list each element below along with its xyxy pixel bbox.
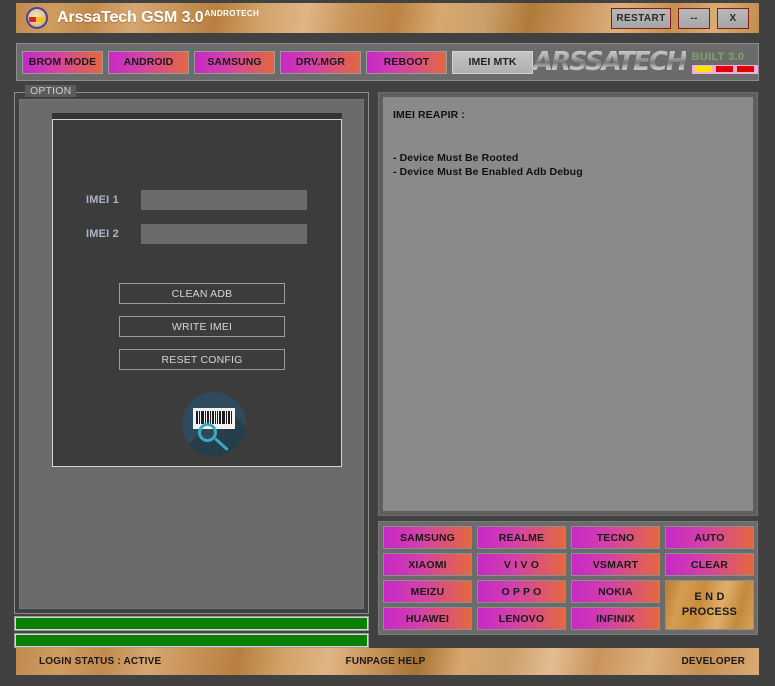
brand-button-oppo[interactable]: O P P O <box>477 580 566 603</box>
minimize-button[interactable]: -- <box>678 7 710 29</box>
auto-button[interactable]: AUTO <box>665 526 754 549</box>
imei-editor-panel: IMEI 1 IMEI 2 CLEAN ADB WRITE IMEI RESET… <box>52 119 342 467</box>
brand-button-tecno[interactable]: TECNO <box>571 526 660 549</box>
log-title: IMEI REAPIR : <box>393 109 465 121</box>
imei1-label: IMEI 1 <box>86 194 119 206</box>
page-title: ArssaTech GSM 3.0 <box>57 9 204 26</box>
log-panel-frame: IMEI REAPIR : - Device Must Be Rooted - … <box>378 92 758 516</box>
imei2-row: IMEI 2 <box>86 224 307 244</box>
funpage-help-link[interactable]: FUNPAGE HELP <box>346 656 426 667</box>
brand-button-vsmart[interactable]: VSMART <box>571 553 660 576</box>
close-button[interactable]: X <box>717 7 749 29</box>
login-status: LOGIN STATUS : ACTIVE <box>39 656 162 667</box>
developer-link[interactable]: DEVELOPER <box>682 656 745 667</box>
tab-brom-mode[interactable]: BROM MODE <box>22 50 103 74</box>
barcode-scan-icon <box>182 392 246 456</box>
log-line: - Device Must Be Enabled Adb Debug <box>393 166 583 178</box>
progress-bar-secondary <box>14 633 369 648</box>
tab-drv-mgr[interactable]: DRV.MGR <box>280 50 361 74</box>
log-line: - Device Must Be Rooted <box>393 152 519 164</box>
tab-android[interactable]: ANDROID <box>108 50 189 74</box>
imei1-row: IMEI 1 <box>86 190 307 210</box>
brand-button-vivo[interactable]: V I V O <box>477 553 566 576</box>
tab-imei-mtk[interactable]: IMEI MTK <box>452 50 533 74</box>
option-group-box: OPTION IMEI 1 IMEI 2 CLEAN ADB WRITE IME… <box>14 85 369 614</box>
clear-button[interactable]: CLEAR <box>665 553 754 576</box>
brand-wordmark: ARSSATECH <box>533 47 688 77</box>
brand-logo: ARSSATECH BUILT 3.0 <box>533 47 758 77</box>
progress-bar-primary <box>14 616 369 631</box>
brand-grid-panel: SAMSUNG REALME TECNO AUTO XIAOMI V I V O… <box>378 521 758 635</box>
tab-list: BROM MODE ANDROID SAMSUNG DRV.MGR REBOOT… <box>22 50 533 74</box>
end-process-button[interactable]: E N D PROCESS <box>665 580 754 630</box>
title-bar: ArssaTech GSM 3.0 ANDROTECH RESTART -- X <box>16 3 759 33</box>
tab-samsung[interactable]: SAMSUNG <box>194 50 275 74</box>
tab-reboot[interactable]: REBOOT <box>366 50 447 74</box>
reset-config-button[interactable]: RESET CONFIG <box>119 349 285 370</box>
imei1-input[interactable] <box>141 190 307 210</box>
status-bar: LOGIN STATUS : ACTIVE FUNPAGE HELP DEVEL… <box>16 648 759 675</box>
brand-button-lenovo[interactable]: LENOVO <box>477 607 566 630</box>
imei2-input[interactable] <box>141 224 307 244</box>
window-controls: RESTART -- X <box>611 7 749 29</box>
brand-button-realme[interactable]: REALME <box>477 526 566 549</box>
brand-button-xiaomi[interactable]: XIAOMI <box>383 553 472 576</box>
brand-button-infinix[interactable]: INFINIX <box>571 607 660 630</box>
end-process-line2: PROCESS <box>681 606 738 618</box>
brand-grid: SAMSUNG REALME TECNO AUTO XIAOMI V I V O… <box>383 526 754 630</box>
app-subtitle: ANDROTECH <box>204 8 260 18</box>
end-process-line1: E N D <box>694 591 725 603</box>
brand-button-meizu[interactable]: MEIZU <box>383 580 472 603</box>
tab-bar: BROM MODE ANDROID SAMSUNG DRV.MGR REBOOT… <box>16 43 759 81</box>
arssatech-badge-icon <box>26 7 48 29</box>
option-inner-panel: IMEI 1 IMEI 2 CLEAN ADB WRITE IMEI RESET… <box>19 99 364 609</box>
build-color-bar <box>691 64 758 74</box>
brand-button-nokia[interactable]: NOKIA <box>571 580 660 603</box>
option-group-label: OPTION <box>25 85 77 97</box>
imei2-label: IMEI 2 <box>86 228 119 240</box>
restart-button[interactable]: RESTART <box>611 7 671 29</box>
brand-button-huawei[interactable]: HUAWEI <box>383 607 472 630</box>
brand-button-samsung[interactable]: SAMSUNG <box>383 526 472 549</box>
application-window: ArssaTech GSM 3.0 ANDROTECH RESTART -- X… <box>0 0 775 686</box>
build-version: BUILT 3.0 <box>691 50 758 74</box>
build-version-label: BUILT 3.0 <box>691 50 745 63</box>
write-imei-button[interactable]: WRITE IMEI <box>119 316 285 337</box>
log-output[interactable]: IMEI REAPIR : - Device Must Be Rooted - … <box>383 97 753 511</box>
clean-adb-button[interactable]: CLEAN ADB <box>119 283 285 304</box>
